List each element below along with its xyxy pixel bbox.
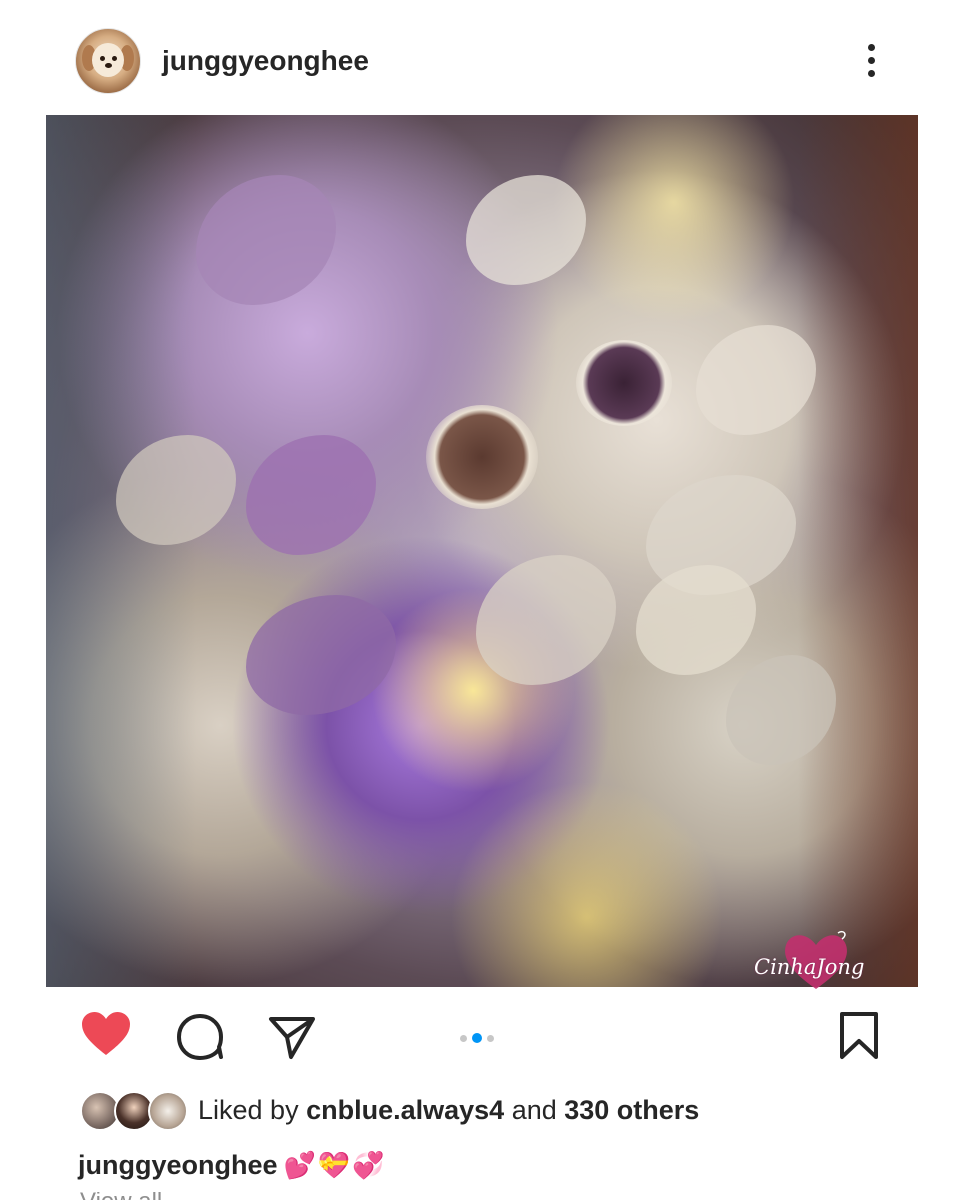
photo-shade-left [46, 115, 196, 987]
send-icon[interactable] [264, 1008, 320, 1064]
avatar-eye-left [100, 56, 105, 61]
liker-avatar [148, 1091, 188, 1131]
likes-middle: and [504, 1094, 565, 1125]
view-comments-link[interactable]: View all [80, 1192, 170, 1200]
flower-center [426, 405, 538, 509]
photo-petal [466, 175, 586, 285]
caption: junggyeonghee 💕💝💞 [78, 1143, 387, 1187]
photo-petal [636, 565, 756, 675]
post-username[interactable]: junggyeonghee [162, 45, 369, 77]
more-dot [867, 56, 875, 64]
caption-username[interactable]: junggyeonghee [78, 1150, 278, 1181]
carousel-indicator [460, 1032, 506, 1044]
photo-petal [246, 435, 376, 555]
post-actions [0, 990, 960, 1080]
avatar-eye-right [112, 56, 117, 61]
likes-count[interactable]: 330 others [564, 1095, 699, 1125]
view-comments-label: View all [80, 1192, 170, 1200]
likes-text: Liked by cnblue.always4 and 330 others [198, 1095, 699, 1126]
profile-avatar[interactable] [75, 28, 141, 94]
avatar-face [92, 43, 124, 77]
likes-row[interactable]: Liked by cnblue.always4 and 330 others [80, 1090, 900, 1131]
carousel-dot [460, 1034, 467, 1042]
liked-by-user[interactable]: cnblue.always4 [306, 1095, 504, 1125]
photo-petal [196, 175, 336, 305]
comment-bubble [177, 1014, 223, 1060]
avatar-nose [105, 63, 112, 68]
photo-shade-right [798, 115, 918, 987]
liker-avatars [80, 1090, 190, 1131]
more-options-icon[interactable] [856, 38, 886, 82]
heart-shape [82, 1012, 130, 1055]
likes-prefix: Liked by [198, 1094, 307, 1125]
comment-icon[interactable] [172, 1008, 228, 1064]
more-dot [867, 69, 875, 77]
carousel-dot-active [472, 1033, 482, 1043]
carousel-dot [487, 1034, 494, 1042]
photo-petal [476, 555, 616, 685]
more-dot [867, 43, 875, 51]
send-plane [269, 1017, 315, 1059]
watermark-text: CinhaJong [754, 955, 865, 979]
flower-center [576, 340, 672, 426]
post-photo[interactable] [46, 115, 918, 987]
bookmark-icon[interactable] [834, 1008, 884, 1064]
photo-petal [246, 595, 396, 715]
heart-icon[interactable] [78, 1008, 134, 1060]
caption-text: 💕💝💞 [283, 1149, 387, 1180]
bookmark-shape [840, 1012, 878, 1059]
post-header: junggyeonghee [0, 0, 960, 115]
